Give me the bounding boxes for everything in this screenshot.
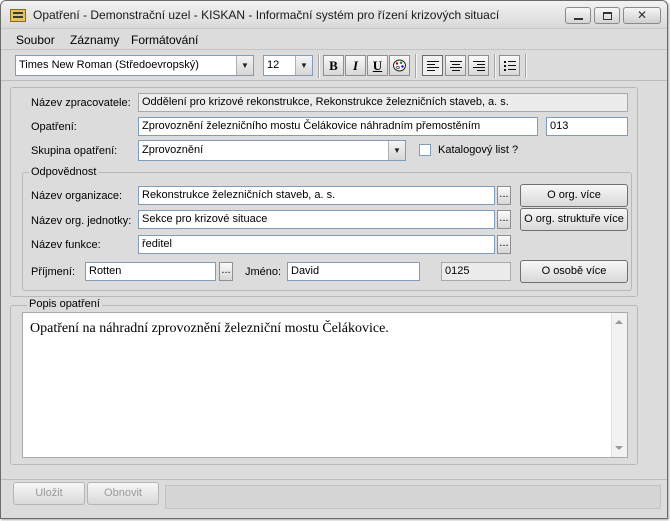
zpracovatel-field: Oddělení pro krizové rekonstrukce, Rekon… [138,93,628,112]
font-size-value: 12 [267,59,280,71]
prijmeni-browse-button[interactable]: ... [219,262,233,281]
app-window: Opatření - Demonstrační uzel - KISKAN - … [0,0,668,519]
align-center-icon [450,60,462,72]
menu-bar: Soubor Záznamy Formátování [1,30,667,50]
skupina-select[interactable]: Zprovoznění ▼ [138,140,406,161]
jednotka-field[interactable]: Sekce pro krizové situace [138,210,495,229]
jmeno-field[interactable]: David [287,262,420,281]
align-right-icon [473,60,485,72]
italic-button[interactable]: I [345,55,366,76]
format-toolbar: Times New Roman (Středoevropský) ▼ 12 ▼ … [1,51,667,81]
status-panel [165,485,661,509]
jednotka-label: Název org. jednotky: [31,215,132,227]
scroll-down-icon[interactable] [615,446,623,450]
org-structure-more-button[interactable]: O org. struktuře více [520,208,628,231]
prijmeni-field[interactable]: Rotten [85,262,216,281]
maximize-button[interactable] [594,7,620,24]
title-bar[interactable]: Opatření - Demonstrační uzel - KISKAN - … [1,1,667,29]
footer-bar: Uložit Obnovit [1,479,667,518]
katalog-label: Katalogový list ? [438,144,519,156]
katalog-checkbox[interactable] [419,144,431,156]
jmeno-label: Jméno: [245,266,282,278]
funkce-browse-button[interactable]: ... [497,235,511,254]
menu-soubor[interactable]: Soubor [16,33,55,47]
font-color-button[interactable] [389,55,410,76]
refresh-button[interactable]: Obnovit [87,482,159,505]
toolbar-separator [525,54,527,78]
organizace-browse-button[interactable]: ... [497,186,511,205]
skupina-label: Skupina opatření: [31,145,118,157]
menu-zaznamy[interactable]: Záznamy [70,33,119,47]
osoba-code-field: 0125 [441,262,511,281]
bullet-list-button[interactable] [499,55,520,76]
opatreni-label: Opatření: [31,121,77,133]
organizace-label: Název organizace: [31,190,123,202]
scroll-up-icon[interactable] [615,320,623,324]
close-button[interactable]: ✕ [623,7,661,24]
opatreni-field[interactable]: Zprovoznění železničního mostu Čelákovic… [138,117,538,136]
underline-button[interactable]: U [367,55,388,76]
align-left-button[interactable] [422,55,443,76]
minimize-button[interactable] [565,7,591,24]
chevron-down-icon[interactable]: ▼ [236,56,253,75]
bullet-list-icon [504,60,516,72]
odpovednost-group-label: Odpovědnost [29,166,99,178]
skupina-value: Zprovoznění [142,144,204,156]
person-more-button[interactable]: O osobě více [520,260,628,283]
prijmeni-label: Příjmení: [31,266,76,278]
toolbar-separator [318,54,320,78]
jednotka-browse-button[interactable]: ... [497,210,511,229]
toolbar-separator [415,54,417,78]
zpracovatel-label: Název zpracovatele: [31,97,131,109]
window-title: Opatření - Demonstrační uzel - KISKAN - … [33,8,500,22]
font-family-value: Times New Roman (Středoevropský) [19,59,199,71]
menu-formatovani[interactable]: Formátování [131,33,198,47]
popis-scrollbar[interactable] [611,313,627,457]
popis-text: Opatření na náhradní zprovoznění železni… [30,321,389,336]
funkce-field[interactable]: ředitel [138,235,495,254]
align-center-button[interactable] [445,55,466,76]
close-icon: ✕ [636,8,648,22]
align-right-button[interactable] [468,55,489,76]
funkce-label: Název funkce: [31,239,101,251]
app-icon [10,9,26,22]
bold-button[interactable]: B [323,55,344,76]
org-more-button[interactable]: O org. více [520,184,628,207]
minimize-icon [574,18,583,20]
popis-group-label: Popis opatření [27,298,102,310]
chevron-down-icon[interactable]: ▼ [388,141,405,160]
save-button[interactable]: Uložit [13,482,85,505]
organizace-field[interactable]: Rekonstrukce železničních staveb, a. s. [138,186,495,205]
toolbar-separator [494,54,496,78]
popis-textarea[interactable]: Opatření na náhradní zprovoznění železni… [22,312,628,458]
opatreni-code-field[interactable]: 013 [546,117,628,136]
maximize-icon [603,12,612,20]
align-left-icon [427,60,439,72]
font-family-select[interactable]: Times New Roman (Středoevropský) ▼ [15,55,254,76]
font-size-select[interactable]: 12 ▼ [263,55,313,76]
chevron-down-icon[interactable]: ▼ [295,56,312,75]
palette-icon [393,59,406,72]
